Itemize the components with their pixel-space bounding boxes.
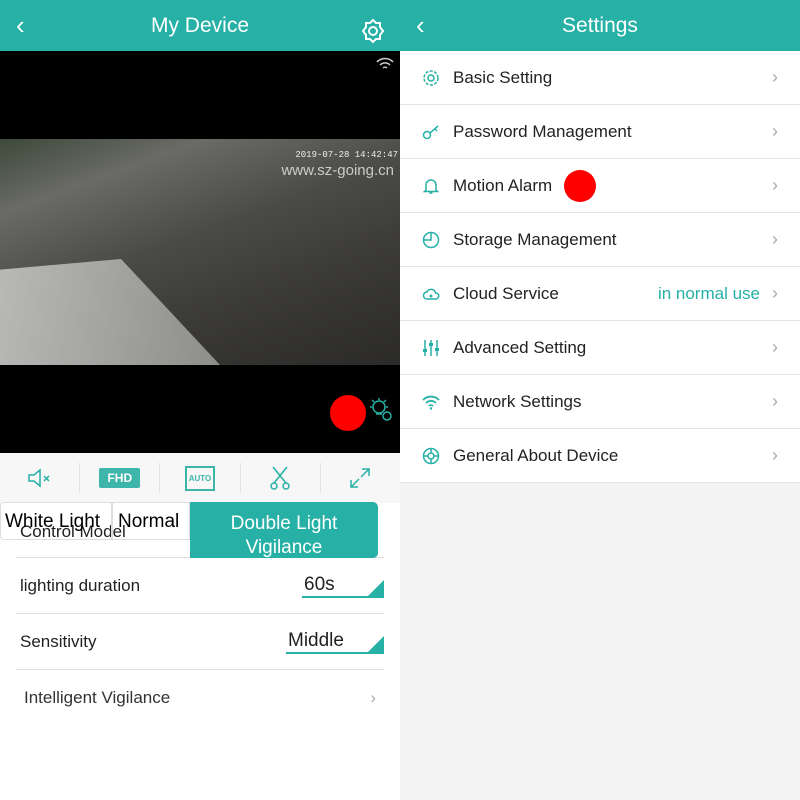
- light-settings-icon[interactable]: [368, 397, 394, 428]
- intelligent-vigilance-label: Intelligent Vigilance: [24, 688, 171, 707]
- cloud-icon: [420, 285, 442, 303]
- bell-icon: [420, 177, 442, 195]
- wifi-signal-icon: [376, 57, 394, 76]
- chevron-right-icon: ›: [772, 67, 778, 87]
- gear-icon: [420, 69, 442, 87]
- option-double-light-vigilance[interactable]: Double Light Vigilance: [190, 502, 378, 558]
- header: ‹ My Device: [0, 0, 400, 51]
- chevron-right-icon: ›: [772, 175, 778, 195]
- page-title: Settings: [562, 14, 638, 37]
- item-label: General About Device: [453, 445, 619, 465]
- settings-item-advanced-setting[interactable]: Advanced Setting ›: [400, 321, 800, 375]
- chevron-right-icon: ›: [772, 337, 778, 357]
- video-view[interactable]: 2019-07-28 14:42:47 www.sz-going.cn: [0, 51, 400, 453]
- scissors-icon: [270, 466, 290, 490]
- key-icon: [420, 123, 442, 141]
- item-label: Cloud Service: [453, 283, 559, 303]
- control-model-segmented: White Light Normal Double Light Vigilanc…: [0, 502, 378, 558]
- back-button[interactable]: ‹: [16, 0, 25, 51]
- auto-button[interactable]: AUTO: [160, 463, 241, 493]
- alert-indicator: [564, 169, 597, 202]
- record-indicator[interactable]: [330, 395, 366, 431]
- lighting-duration-select[interactable]: 60s: [302, 574, 384, 598]
- item-label: Network Settings: [453, 391, 582, 411]
- video-toolbar: FHD AUTO: [0, 453, 400, 503]
- chevron-right-icon: ›: [370, 688, 376, 707]
- item-value: in normal use: [657, 283, 760, 303]
- lighting-duration-row: lighting duration 60s: [16, 558, 384, 614]
- settings-item-cloud-service[interactable]: Cloud Service in normal use ›: [400, 267, 800, 321]
- settings-item-basic-setting[interactable]: Basic Setting ›: [400, 51, 800, 105]
- item-label: Storage Management: [453, 229, 617, 249]
- camera-feed: 2019-07-28 14:42:47 www.sz-going.cn: [0, 139, 400, 365]
- lifebuoy-icon: [420, 447, 442, 465]
- sensitivity-row: Sensitivity Middle: [16, 614, 384, 670]
- mute-button[interactable]: [0, 463, 81, 493]
- item-label: Motion Alarm: [453, 175, 553, 195]
- watermark: www.sz-going.cn: [281, 162, 394, 179]
- timestamp: 2019-07-28 14:42:47: [295, 150, 398, 160]
- item-label: Password Management: [453, 121, 632, 141]
- settings-item-motion-alarm[interactable]: Motion Alarm ›: [400, 159, 800, 213]
- settings-item-password-management[interactable]: Password Management ›: [400, 105, 800, 159]
- settings-item-storage-management[interactable]: Storage Management ›: [400, 213, 800, 267]
- item-label: Basic Setting: [453, 67, 553, 87]
- lighting-duration-label: lighting duration: [20, 575, 141, 595]
- wifi-icon: [420, 393, 442, 411]
- screenshot-button[interactable]: [241, 463, 321, 493]
- intelligent-vigilance-row[interactable]: Intelligent Vigilance ›: [16, 670, 384, 726]
- pie-icon: [420, 231, 442, 249]
- item-label: Advanced Setting: [453, 337, 587, 357]
- settings-pane: ‹ Settings Basic Setting › Password Manage…: [400, 0, 800, 800]
- speaker-mute-icon: [27, 468, 50, 488]
- option-normal[interactable]: Normal: [112, 502, 190, 540]
- sliders-icon: [420, 339, 442, 357]
- settings-list: Basic Setting › Password Management › Motion…: [400, 51, 800, 483]
- option-white-light[interactable]: White Light: [0, 502, 112, 540]
- settings-item-general-about-device[interactable]: General About Device ›: [400, 429, 800, 483]
- chevron-right-icon: ›: [772, 121, 778, 141]
- chevron-right-icon: ›: [772, 229, 778, 249]
- settings-item-network-settings[interactable]: Network Settings ›: [400, 375, 800, 429]
- stairs-scene: [0, 259, 220, 365]
- page-title: My Device: [150, 14, 250, 37]
- sensitivity-label: Sensitivity: [20, 631, 97, 651]
- back-button[interactable]: ‹: [416, 0, 425, 51]
- sensitivity-select[interactable]: Middle: [286, 630, 384, 654]
- device-pane: ‹ My Device 2019-07-28 14:42:47 www.sz-g…: [0, 0, 400, 800]
- header: ‹ Settings: [400, 0, 800, 51]
- fhd-button[interactable]: FHD: [80, 463, 161, 493]
- expand-icon: [350, 468, 371, 488]
- chevron-right-icon: ›: [772, 445, 778, 465]
- chevron-right-icon: ›: [772, 391, 778, 411]
- chevron-right-icon: ›: [772, 283, 778, 303]
- fullscreen-button[interactable]: [321, 463, 400, 493]
